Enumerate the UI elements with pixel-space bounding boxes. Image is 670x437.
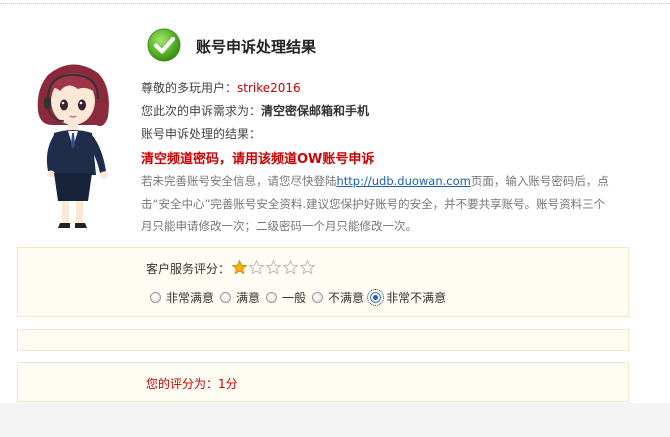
result-value: 清空频道密码，请用该频道OW账号申诉 [141, 152, 375, 167]
request-value: 清空密保邮箱和手机 [261, 104, 370, 118]
radio-button[interactable] [367, 289, 385, 306]
bottom-band [0, 403, 670, 437]
option-label: 不满意 [328, 291, 365, 305]
top-divider [0, 3, 670, 4]
star-empty-icon[interactable] [266, 260, 281, 275]
option-label: 满意 [236, 291, 261, 305]
satisfaction-option[interactable]: 非常不满意 [367, 289, 447, 306]
option-label: 非常不满意 [386, 291, 447, 305]
rating-label: 客户服务评分： [146, 262, 231, 276]
radio-button[interactable] [266, 292, 278, 303]
radio-button[interactable] [220, 292, 232, 303]
greeting-line: 尊敬的多玩用户：strike2016 [141, 79, 301, 96]
option-label: 非常满意 [166, 291, 215, 305]
satisfaction-options: 非常满意 满意 一般 不满意 非常不满意 [150, 289, 452, 306]
star-empty-icon[interactable] [300, 260, 315, 275]
empty-panel [17, 329, 629, 351]
radio-button[interactable] [312, 292, 324, 303]
udb-link[interactable]: http://udb.duowan.com [337, 174, 471, 188]
security-notice: 若未完善账号安全信息，请您尽快登陆http://udb.duowan.com页面… [141, 170, 611, 238]
satisfaction-option[interactable]: 一般 [266, 289, 306, 306]
satisfaction-option[interactable]: 非常满意 [150, 289, 214, 306]
score-value: 1分 [218, 377, 238, 391]
star-rating [232, 260, 315, 275]
result-label: 账号申诉处理的结果： [141, 127, 262, 141]
radio-button[interactable] [150, 292, 161, 303]
rating-panel: 客户服务评分： 非常满意 满意 一般 不满意 非常不满意 [17, 247, 629, 317]
customer-service-avatar [37, 64, 109, 228]
score-panel: 您的评分为：1分 [17, 362, 629, 402]
request-line: 您此次的申诉需求为：清空密保邮箱和手机 [141, 102, 369, 119]
star-empty-icon[interactable] [249, 260, 264, 275]
notice-text-1: 若未完善账号安全信息，请您尽快登陆 [141, 174, 337, 188]
success-check-icon [147, 28, 181, 62]
page-title: 账号申诉处理结果 [196, 38, 317, 56]
satisfaction-option[interactable]: 满意 [220, 289, 260, 306]
score-line: 您的评分为：1分 [146, 375, 238, 392]
score-label: 您的评分为： [146, 377, 219, 391]
star-empty-icon[interactable] [283, 260, 298, 275]
greeting-label: 尊敬的多玩用户： [141, 81, 238, 95]
request-label: 您此次的申诉需求为： [141, 104, 262, 118]
satisfaction-option[interactable]: 不满意 [312, 289, 364, 306]
option-label: 一般 [282, 291, 307, 305]
username: strike2016 [237, 81, 301, 95]
star-filled-icon[interactable] [232, 260, 247, 275]
